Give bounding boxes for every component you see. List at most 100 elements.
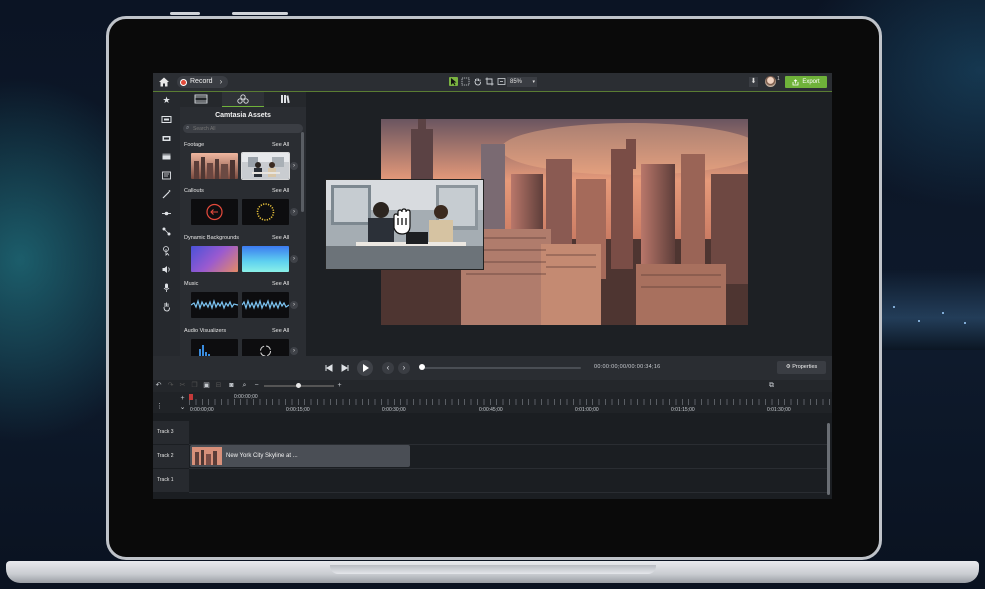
paste-icon[interactable]: ▣ — [202, 381, 211, 390]
annotations-icon[interactable] — [161, 170, 172, 181]
library-icon[interactable] — [161, 133, 172, 144]
timeline-ruler[interactable]: 0:00:00;00 0:00:00;00 0:00:15;00 0:00:30… — [189, 392, 832, 413]
zoom-out-icon[interactable]: − — [252, 381, 261, 390]
favorites-icon[interactable] — [161, 151, 172, 162]
assets-scrollbar[interactable] — [301, 132, 304, 212]
step-forward-icon[interactable] — [339, 362, 351, 374]
download-icon[interactable]: ⬇ — [749, 77, 758, 87]
pan-tool-icon[interactable] — [461, 77, 470, 86]
track-3[interactable] — [189, 421, 828, 445]
track-controls: + ⋮ ⌄ — [153, 392, 189, 413]
asset-tabs — [180, 92, 306, 107]
redo-icon[interactable]: ↷ — [166, 381, 175, 390]
properties-button[interactable]: ⚙ Properties — [777, 361, 826, 374]
preview-canvas[interactable] — [306, 92, 832, 356]
section-footage-label: Footage — [184, 142, 205, 148]
dynamic-backgrounds-see-all-link[interactable]: See All — [272, 235, 289, 241]
next-marker-icon[interactable]: › — [398, 362, 410, 374]
dynamic-backgrounds-next-icon[interactable]: › — [290, 255, 298, 263]
timeline-zoom-handle[interactable] — [296, 383, 301, 388]
audio-visualizers-see-all-link[interactable]: See All — [272, 328, 289, 334]
callout-thumb-arrow[interactable] — [191, 199, 238, 225]
clip-thumbnail — [192, 447, 222, 465]
footage-next-icon[interactable]: › — [290, 162, 298, 170]
hand-tool-icon[interactable] — [473, 77, 482, 86]
collapse-tracks-icon[interactable]: ⌄ — [178, 403, 187, 412]
timeline-clip[interactable]: New York City Skyline at ... — [190, 445, 410, 467]
timeline-scrollbar[interactable] — [827, 423, 830, 495]
section-audio-visualizers-label: Audio Visualizers — [184, 328, 227, 334]
avatar[interactable] — [765, 76, 776, 87]
top-toolbar: Record › 85% ▾ ⬇ 1 Export — [153, 73, 832, 92]
background-thumb-blue[interactable] — [242, 246, 289, 272]
search-input[interactable] — [183, 124, 303, 133]
track-handle-icon[interactable]: ⋮ — [155, 402, 164, 411]
gear-icon: ⚙ — [785, 364, 791, 370]
favorites-star-icon[interactable]: ★ — [161, 95, 172, 106]
previous-marker-icon[interactable]: ‹ — [382, 362, 394, 374]
background-thumb-purple[interactable] — [191, 246, 238, 272]
export-button[interactable]: Export — [785, 76, 827, 88]
lid-edge-mark — [170, 12, 200, 15]
music-thumb-2[interactable] — [242, 292, 289, 318]
playhead[interactable] — [189, 394, 193, 400]
zoom-select[interactable]: 85% ▾ — [507, 77, 537, 87]
search-icon: ⌕ — [186, 125, 190, 131]
fit-tool-icon[interactable] — [497, 77, 506, 86]
visualizer-thumb-bars[interactable] — [191, 339, 238, 356]
filmstrip-icon — [194, 94, 208, 104]
add-track-icon[interactable]: + — [178, 394, 187, 403]
playback-controls: ‹ › 00:00:00;00/00:00:34;16 ⚙ Properties — [153, 356, 832, 380]
tool-rail: ★ — [153, 92, 180, 356]
scrub-bar[interactable] — [421, 367, 581, 369]
behaviors-icon[interactable] — [161, 208, 172, 219]
select-tool-icon[interactable] — [449, 77, 458, 86]
shapes-icon — [237, 94, 249, 104]
track-3-label[interactable]: Track 3 — [153, 421, 189, 444]
tab-library[interactable] — [264, 92, 306, 107]
scrub-handle[interactable] — [419, 364, 425, 370]
footage-thumb-office[interactable] — [241, 152, 290, 180]
cursor-effects-icon[interactable] — [161, 245, 172, 256]
track-1[interactable] — [189, 469, 828, 493]
callout-thumb-burst[interactable] — [242, 199, 289, 225]
split-icon[interactable]: ⊟ — [214, 381, 223, 390]
interactivity-hand-icon[interactable] — [161, 301, 172, 312]
audio-visualizers-next-icon[interactable]: › — [290, 347, 298, 355]
zoom-icon[interactable]: ⌕ — [240, 381, 249, 390]
detach-timeline-icon[interactable]: ⧉ — [767, 381, 776, 390]
music-next-icon[interactable]: › — [290, 301, 298, 309]
track-2-label[interactable]: Track 2 — [153, 445, 189, 468]
footage-thumb-city[interactable] — [191, 153, 238, 179]
footage-see-all-link[interactable]: See All — [272, 142, 289, 148]
music-thumb-1[interactable] — [191, 292, 238, 318]
callouts-next-icon[interactable]: › — [290, 208, 298, 216]
timeline-toolbar: ↶ ↷ ✂ ❐ ▣ ⊟ ◙ ⌕ − + ⧉ — [153, 380, 832, 392]
transitions-wand-icon[interactable] — [161, 189, 172, 200]
record-label: Record — [190, 78, 213, 85]
animations-icon[interactable] — [161, 226, 172, 237]
record-button[interactable]: Record › — [177, 76, 229, 88]
media-icon[interactable] — [161, 114, 172, 125]
crop-tool-icon[interactable] — [485, 77, 494, 86]
voice-narration-icon[interactable] — [161, 282, 172, 293]
zoom-in-icon[interactable]: + — [335, 381, 344, 390]
undo-icon[interactable]: ↶ — [154, 381, 163, 390]
laptop-base-groove — [330, 565, 656, 574]
section-music-label: Music — [184, 281, 199, 287]
export-label: Export — [802, 79, 820, 85]
clip-label: New York City Skyline at ... — [226, 453, 298, 459]
home-icon[interactable] — [158, 76, 170, 88]
tab-assets[interactable] — [222, 92, 264, 107]
audio-effects-icon[interactable] — [161, 264, 172, 275]
copy-icon[interactable]: ❐ — [190, 381, 199, 390]
snapshot-icon[interactable]: ◙ — [227, 381, 236, 390]
cut-icon[interactable]: ✂ — [178, 381, 187, 390]
track-1-label[interactable]: Track 1 — [153, 469, 189, 492]
music-see-all-link[interactable]: See All — [272, 281, 289, 287]
play-button[interactable] — [357, 360, 373, 376]
step-back-icon[interactable] — [323, 362, 335, 374]
visualizer-thumb-ring[interactable] — [242, 339, 289, 356]
tab-media[interactable] — [180, 92, 222, 107]
callouts-see-all-link[interactable]: See All — [272, 188, 289, 194]
